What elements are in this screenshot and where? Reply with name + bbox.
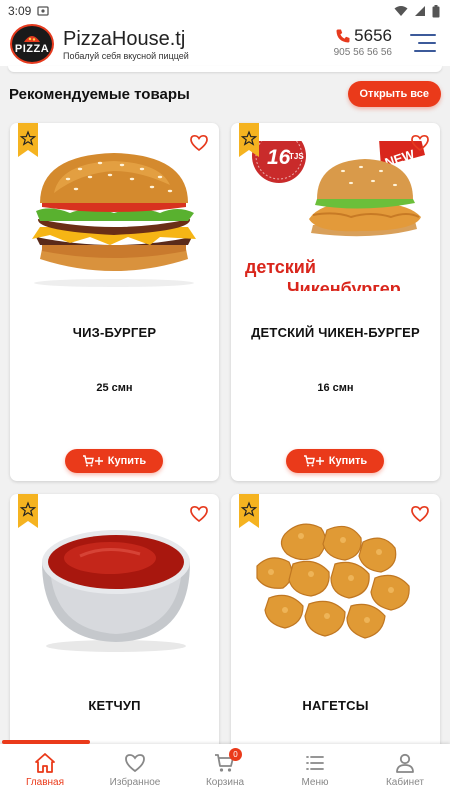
- app-header: PIZZA PizzaHouse.tj Побалуй себя вкусной…: [0, 22, 450, 66]
- product-title: ЧИЗ-БУРГЕР: [72, 325, 157, 340]
- nav-item-home[interactable]: Главная: [0, 744, 90, 800]
- brand-name: PizzaHouse.tj: [63, 27, 186, 50]
- heart-favorite-icon[interactable]: [410, 133, 430, 153]
- nav-label: Избранное: [109, 777, 161, 788]
- recommended-section-header: Рекомендуемые товары Открыть все: [0, 78, 450, 110]
- android-notification-icon: [37, 6, 50, 16]
- nav-label: Корзина: [205, 777, 245, 788]
- nav-label: Меню: [301, 777, 329, 788]
- favorite-star-badge-icon: [239, 494, 259, 528]
- brand-slogan: Побалуй себя вкусной пиццей: [63, 50, 189, 61]
- nuggets-image: [256, 523, 410, 639]
- cheeseburger-image: [32, 153, 196, 287]
- status-bar: 3:09: [0, 0, 450, 22]
- buy-label: Купить: [107, 455, 147, 467]
- nav-item-cart[interactable]: 0 Корзина: [180, 744, 270, 800]
- product-card-kids-chickenburger[interactable]: 16 TJS NEW детский Чикенбургер ДЕТСКИЙ Ч…: [231, 123, 440, 481]
- promo-price-tag: 16: [267, 146, 291, 169]
- nav-item-menu[interactable]: Меню: [270, 744, 360, 800]
- user-icon: [396, 753, 414, 773]
- nav-label: Главная: [25, 777, 65, 788]
- pizza-slice-icon: [24, 36, 40, 42]
- cart-plus-icon: [303, 455, 324, 467]
- buy-button[interactable]: Купить: [65, 449, 163, 473]
- kids-chickenburger-image: 16 TJS NEW детский Чикенбургер: [245, 141, 425, 291]
- heart-favorite-icon[interactable]: [189, 133, 209, 153]
- brand-block: PizzaHouse.tj Побалуй себя вкусной пицце…: [63, 28, 189, 61]
- battery-icon: [432, 4, 440, 17]
- menu-list-icon: [306, 756, 324, 770]
- product-title: ДЕТСКИЙ ЧИКЕН-БУРГЕР: [251, 325, 420, 340]
- home-icon: [35, 753, 55, 773]
- wifi-icon: [394, 6, 408, 16]
- pizza-house-logo[interactable]: PIZZA: [10, 24, 54, 64]
- promo-currency: TJS: [289, 152, 304, 161]
- phone-full: 905 56 56 56: [333, 47, 392, 58]
- promo-line-2: Чикенбургер: [287, 279, 401, 291]
- product-title: НАГЕТСЫ: [302, 698, 369, 713]
- product-price: 16 смн: [317, 382, 354, 394]
- heart-favorite-icon[interactable]: [410, 504, 430, 524]
- cart-plus-icon: [82, 455, 103, 467]
- phone-contact[interactable]: 5656 905 56 56 56: [334, 26, 392, 58]
- cart-icon-wrapper: 0: [213, 748, 242, 775]
- heart-icon: [125, 754, 145, 773]
- section-title: Рекомендуемые товары: [9, 85, 190, 103]
- ketchup-bowl-image: [42, 530, 190, 652]
- product-card-ketchup[interactable]: КЕТЧУП: [10, 494, 219, 754]
- buy-button[interactable]: Купить: [286, 449, 384, 473]
- status-time: 3:09: [8, 4, 32, 18]
- nav-item-account[interactable]: Кабинет: [360, 744, 450, 800]
- favorite-star-badge-icon: [18, 494, 38, 528]
- signal-icon: [415, 6, 425, 16]
- hamburger-menu-icon[interactable]: [410, 34, 436, 54]
- favorite-star-badge-icon: [239, 123, 259, 157]
- bottom-navigation: Главная Избранное 0 Корзина Меню Кабинет: [0, 740, 450, 800]
- open-all-button[interactable]: Открыть все: [347, 81, 441, 107]
- product-price: 25 смн: [96, 382, 133, 394]
- heart-favorite-icon[interactable]: [189, 504, 209, 524]
- buy-label: Купить: [328, 455, 368, 467]
- banner-bottom-edge: [8, 66, 442, 72]
- product-title: КЕТЧУП: [88, 698, 141, 713]
- promo-line-1: детский: [245, 257, 316, 277]
- cart-count-badge: 0: [229, 748, 242, 761]
- nav-label: Кабинет: [385, 777, 425, 788]
- phone-short: 5656: [354, 26, 392, 45]
- favorite-star-badge-icon: [18, 123, 38, 157]
- nav-item-favorites[interactable]: Избранное: [90, 744, 180, 800]
- logo-text: PIZZA: [14, 43, 50, 55]
- product-card-nuggets[interactable]: НАГЕТСЫ: [231, 494, 440, 754]
- product-card-cheeseburger[interactable]: ЧИЗ-БУРГЕР 25 смн Купить: [10, 123, 219, 481]
- phone-icon: [336, 29, 350, 43]
